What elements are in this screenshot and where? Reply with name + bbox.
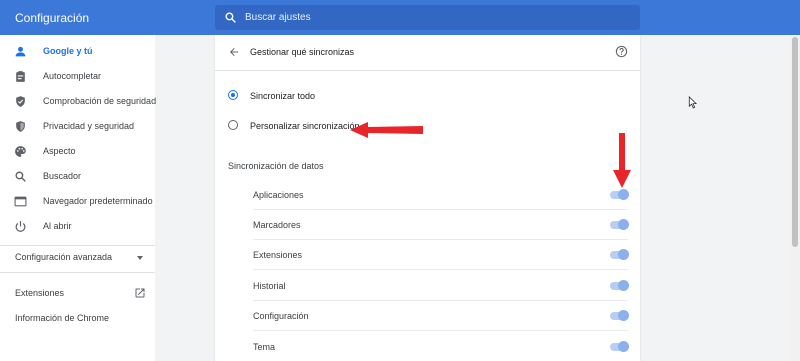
radio-sync-all[interactable]: Sincronizar todo bbox=[215, 84, 640, 108]
toggle-switch[interactable] bbox=[610, 249, 629, 260]
sidebar-item-default-browser[interactable]: Navegador predeterminado bbox=[0, 190, 155, 214]
sidebar-item-label: Aspecto bbox=[43, 146, 76, 156]
back-arrow-icon[interactable] bbox=[228, 46, 240, 58]
power-icon bbox=[15, 221, 26, 232]
scrollbar[interactable] bbox=[790, 35, 800, 361]
search-input[interactable] bbox=[245, 5, 625, 30]
sidebar-item-label: Autocompletar bbox=[43, 71, 102, 81]
sidebar-item-about-chrome[interactable]: Información de Chrome bbox=[15, 313, 109, 323]
sync-row-theme: Tema bbox=[253, 332, 629, 361]
shield-check-icon bbox=[16, 96, 25, 107]
sidebar-item-on-startup[interactable]: Al abrir bbox=[0, 215, 155, 239]
help-icon[interactable] bbox=[615, 45, 628, 58]
sidebar-item-label: Al abrir bbox=[43, 221, 72, 231]
top-bar: Configuración bbox=[0, 0, 800, 35]
annotation-arrow-down-icon bbox=[613, 133, 631, 188]
toggle-switch[interactable] bbox=[610, 280, 629, 291]
sidebar-item-google[interactable]: Google y tú bbox=[0, 40, 155, 64]
clipboard-icon bbox=[16, 71, 25, 82]
radio-button[interactable] bbox=[228, 90, 238, 100]
section-title: Sincronización de datos bbox=[228, 161, 324, 171]
search-icon bbox=[225, 12, 236, 23]
palette-icon bbox=[15, 146, 26, 157]
sidebar-item-appearance[interactable]: Aspecto bbox=[0, 140, 155, 164]
sync-item-label: Marcadores bbox=[253, 220, 301, 230]
radio-customize-sync[interactable]: Personalizar sincronización bbox=[215, 114, 640, 138]
sidebar-item-label: Google y tú bbox=[43, 46, 93, 56]
sync-row-apps: Aplicaciones bbox=[253, 180, 629, 210]
sidebar-divider bbox=[0, 272, 155, 273]
sync-item-label: Configuración bbox=[253, 311, 309, 321]
header-divider bbox=[215, 70, 640, 71]
toggle-switch[interactable] bbox=[610, 310, 629, 321]
chevron-down-icon[interactable] bbox=[137, 256, 143, 260]
sync-row-extensions: Extensiones bbox=[253, 240, 629, 270]
sidebar-item-search-engine[interactable]: Buscador bbox=[0, 165, 155, 189]
app-title: Configuración bbox=[15, 11, 90, 25]
sync-row-history: Historial bbox=[253, 271, 629, 301]
sidebar-item-safety-check[interactable]: Comprobación de seguridad bbox=[0, 90, 157, 114]
annotation-arrow-left-icon bbox=[350, 122, 423, 138]
sidebar-item-label: Buscador bbox=[43, 171, 82, 181]
sidebar-item-autofill[interactable]: Autocompletar bbox=[0, 65, 155, 89]
radio-button[interactable] bbox=[228, 120, 238, 130]
mouse-cursor-icon bbox=[688, 96, 698, 109]
sidebar-item-advanced[interactable]: Configuración avanzada bbox=[15, 252, 112, 262]
radio-label: Sincronizar todo bbox=[250, 91, 316, 101]
shield-icon bbox=[16, 121, 25, 132]
sync-row-settings: Configuración bbox=[253, 301, 629, 331]
toggle-switch[interactable] bbox=[610, 219, 629, 230]
browser-icon bbox=[14, 196, 27, 207]
sidebar-item-label: Privacidad y seguridad bbox=[43, 121, 135, 131]
page-title: Gestionar qué sincronizas bbox=[250, 47, 355, 57]
sync-item-label: Extensiones bbox=[253, 250, 303, 260]
search-box[interactable] bbox=[215, 5, 640, 30]
scrollbar-thumb[interactable] bbox=[792, 37, 798, 247]
search-icon bbox=[15, 171, 26, 182]
sidebar-item-label: Navegador predeterminado bbox=[43, 196, 153, 206]
toggle-switch[interactable] bbox=[610, 189, 629, 200]
sync-row-bookmarks: Marcadores bbox=[253, 210, 629, 240]
person-icon bbox=[15, 46, 26, 57]
radio-label: Personalizar sincronización bbox=[250, 121, 360, 131]
sidebar-item-extensions[interactable]: Extensiones bbox=[15, 288, 64, 298]
toggle-switch[interactable] bbox=[610, 341, 629, 352]
sync-item-label: Historial bbox=[253, 281, 286, 291]
sync-item-label: Aplicaciones bbox=[253, 190, 304, 200]
sidebar-item-privacy[interactable]: Privacidad y seguridad bbox=[0, 115, 155, 139]
open-in-new-icon[interactable] bbox=[134, 287, 146, 299]
sidebar-divider bbox=[0, 245, 155, 246]
sidebar-item-label: Comprobación de seguridad bbox=[43, 96, 157, 106]
sync-settings-card: Gestionar qué sincronizas Sincronizar to… bbox=[215, 35, 640, 361]
sidebar: Google y tú Autocompletar Comprobación d… bbox=[0, 35, 157, 361]
sync-item-label: Tema bbox=[253, 342, 276, 352]
